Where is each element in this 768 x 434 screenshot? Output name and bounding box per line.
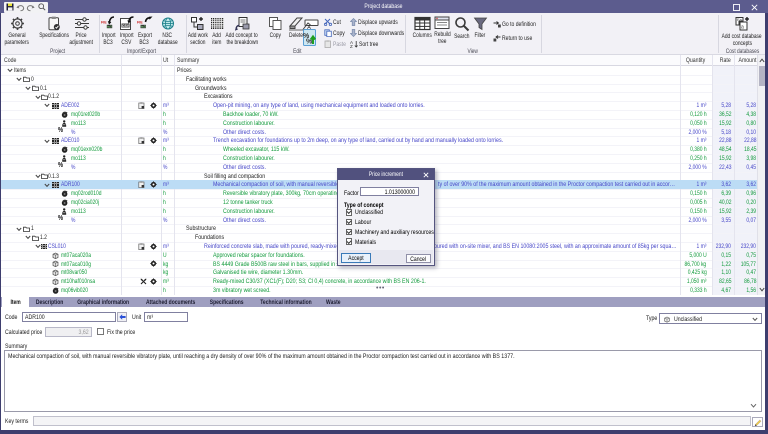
svg-text:a: a — [741, 24, 744, 30]
svg-text:bc3: bc3 — [107, 24, 112, 28]
svg-text:bc3: bc3 — [140, 24, 145, 28]
svg-text:Fa: Fa — [737, 16, 742, 21]
svg-text:CSV: CSV — [122, 23, 130, 27]
